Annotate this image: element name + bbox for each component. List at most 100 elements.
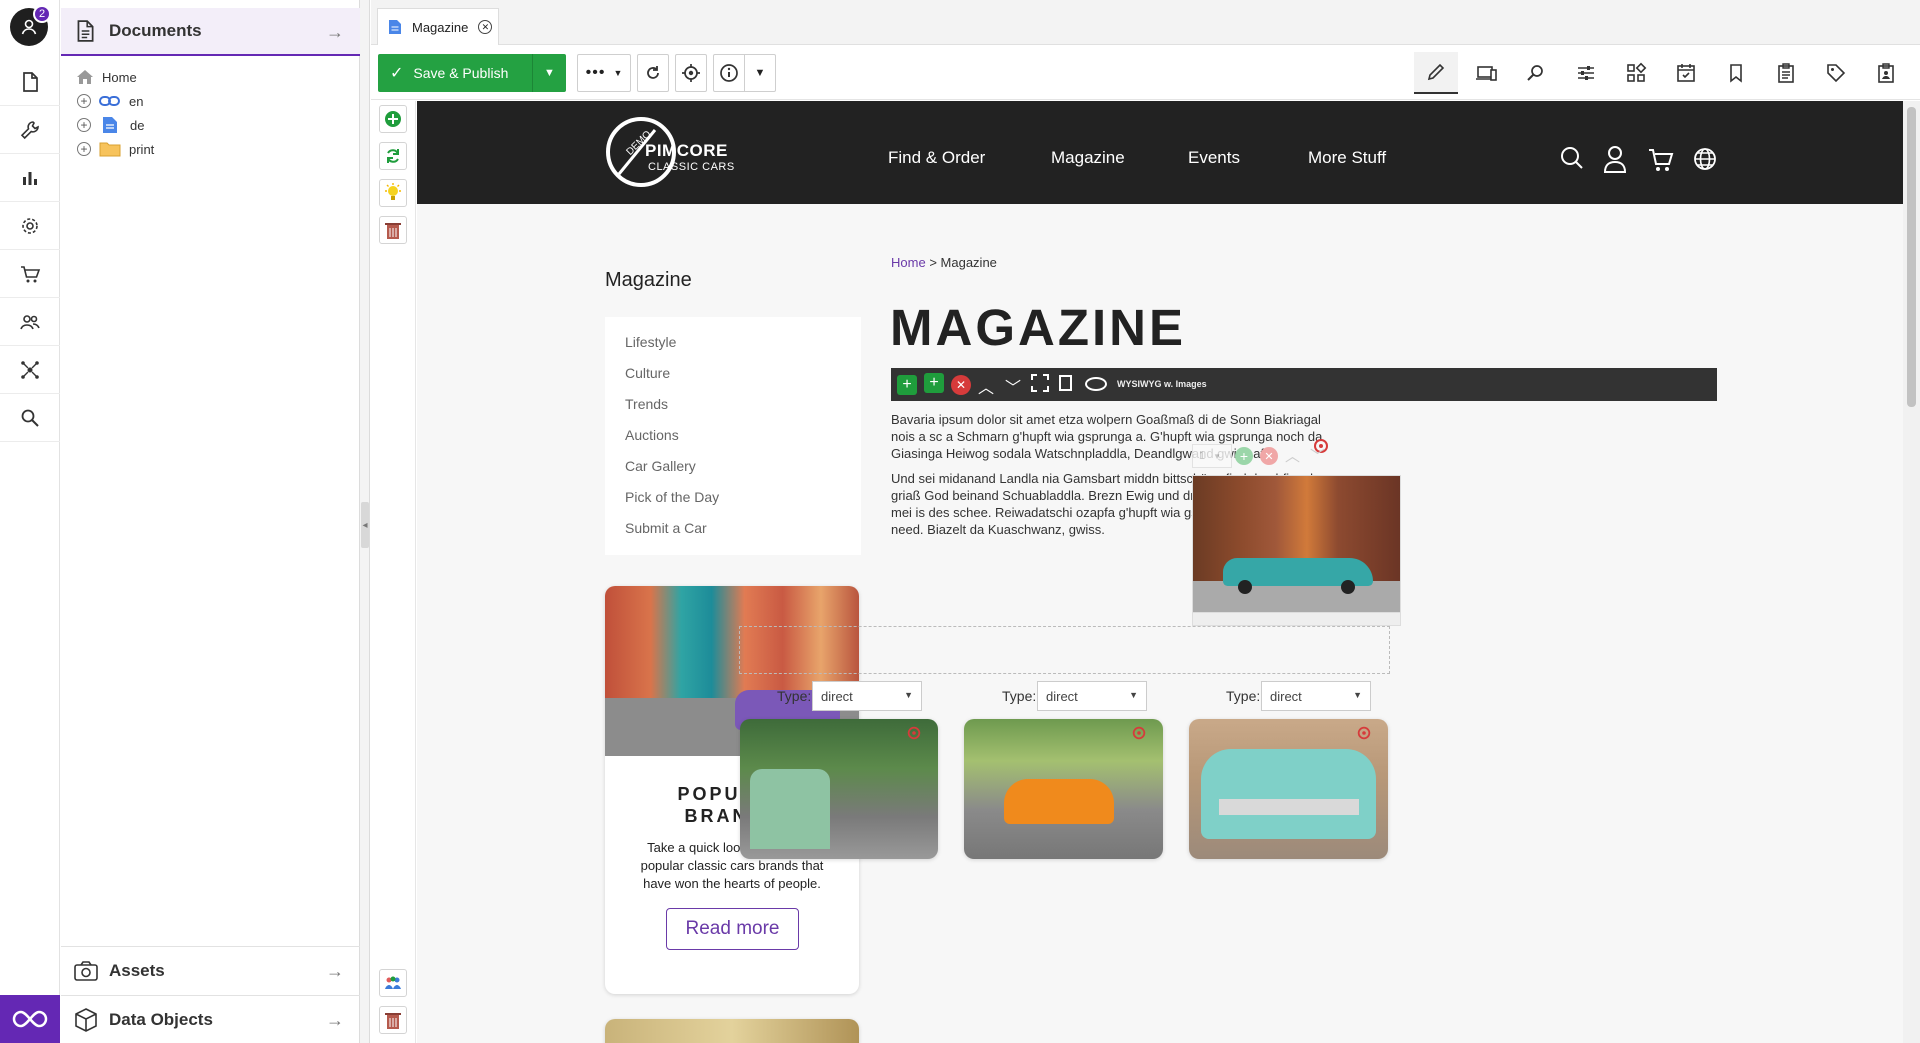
scrollbar-thumb[interactable] xyxy=(1907,107,1916,407)
notification-badge: 2 xyxy=(33,5,51,23)
sidebar-item-auctions[interactable]: Auctions xyxy=(625,427,679,443)
street-car-photo[interactable] xyxy=(1192,475,1401,613)
account-icon[interactable] xyxy=(1603,145,1627,173)
users-icon[interactable] xyxy=(0,298,60,346)
nav-magazine[interactable]: Magazine xyxy=(1051,148,1125,168)
sidebar-menu: Lifestyle Culture Trends Auctions Car Ga… xyxy=(605,317,861,555)
chevrolet-card[interactable] xyxy=(1189,719,1388,859)
cart-icon[interactable] xyxy=(1648,147,1674,173)
nav-more-stuff[interactable]: More Stuff xyxy=(1308,148,1386,168)
highlight-button[interactable] xyxy=(379,179,407,207)
move-up-icon[interactable]: ︿ xyxy=(1285,445,1300,466)
add-image-icon[interactable]: + xyxy=(1235,447,1253,465)
ellipsis-icon: ••• xyxy=(585,64,606,81)
panel-splitter[interactable]: ◂ xyxy=(360,0,370,1043)
delete-button[interactable] xyxy=(379,1006,407,1034)
arrow-right-icon[interactable]: → xyxy=(326,22,344,43)
refresh-button[interactable] xyxy=(379,142,407,170)
documents-panel-header[interactable]: Documents → xyxy=(61,8,360,56)
expand-icon[interactable]: + xyxy=(77,142,91,156)
info-button[interactable] xyxy=(713,54,745,92)
tags-tab[interactable] xyxy=(1814,52,1858,94)
image-count-select[interactable]: 1 ▼ xyxy=(1192,444,1232,468)
expand-icon[interactable]: + xyxy=(77,94,91,108)
breadcrumb-home[interactable]: Home xyxy=(891,255,926,270)
seo-tab[interactable] xyxy=(1514,52,1558,94)
data-objects-panel-header[interactable]: Data Objects → xyxy=(61,995,360,1043)
save-publish-button[interactable]: ✓ Save & Publish xyxy=(378,54,532,92)
edit-mode-tab[interactable] xyxy=(1414,52,1458,94)
ecommerce-icon[interactable] xyxy=(0,250,60,298)
add-area-button[interactable] xyxy=(379,105,407,133)
tree-node-de[interactable]: + de xyxy=(77,114,144,136)
wrench-icon[interactable] xyxy=(0,106,60,154)
search-icon[interactable] xyxy=(0,394,60,442)
sidebar-item-car-gallery[interactable]: Car Gallery xyxy=(625,458,696,474)
fullscreen-icon[interactable] xyxy=(1031,374,1049,392)
personalization-target-icon[interactable] xyxy=(1131,725,1147,741)
personas-button[interactable] xyxy=(379,969,407,997)
sidebar-item-lifestyle[interactable]: Lifestyle xyxy=(625,334,676,350)
lightbulb-icon xyxy=(385,183,401,200)
move-down-icon[interactable]: ﹀ xyxy=(1310,445,1325,466)
assets-panel-header[interactable]: Assets → xyxy=(61,946,360,994)
preview-devices-tab[interactable] xyxy=(1464,52,1508,94)
copy-icon[interactable] xyxy=(1059,375,1072,391)
datahub-icon[interactable] xyxy=(0,346,60,394)
add-block-icon[interactable]: + xyxy=(897,375,917,395)
read-more-button[interactable]: Read more xyxy=(666,908,799,950)
schedule-tab[interactable] xyxy=(1664,52,1708,94)
blocks-tab[interactable] xyxy=(1614,52,1658,94)
arrow-right-icon[interactable]: → xyxy=(326,1010,344,1031)
fiat-card[interactable] xyxy=(964,719,1163,859)
add-block-below-icon[interactable]: + xyxy=(924,373,944,393)
info-dropdown[interactable]: ▼ xyxy=(744,54,776,92)
type-select-1[interactable]: direct ▼ xyxy=(812,681,922,711)
vw-bus-card[interactable] xyxy=(740,719,938,859)
sidebar-item-submit-a-car[interactable]: Submit a Car xyxy=(625,520,707,536)
personalization-target-icon[interactable] xyxy=(1356,725,1372,741)
versions-tab[interactable] xyxy=(1714,52,1758,94)
move-up-icon[interactable]: ︿ xyxy=(978,374,994,398)
settings-tab[interactable] xyxy=(1564,52,1608,94)
assets-title: Assets xyxy=(109,960,165,980)
type-select-3[interactable]: direct ▼ xyxy=(1261,681,1371,711)
target-button[interactable] xyxy=(675,54,707,92)
search-icon[interactable] xyxy=(1559,145,1585,171)
close-icon[interactable]: ✕ xyxy=(478,20,493,34)
tab-magazine[interactable]: Magazine ✕ xyxy=(377,8,499,45)
personalization-target-icon[interactable] xyxy=(906,725,922,741)
expand-icon[interactable]: + xyxy=(77,118,91,132)
nav-events[interactable]: Events xyxy=(1188,148,1240,168)
sidebar-item-culture[interactable]: Culture xyxy=(625,365,670,381)
empty-area-block[interactable] xyxy=(739,626,1390,674)
calendar-icon xyxy=(1677,64,1695,82)
type-select-2[interactable]: direct ▼ xyxy=(1037,681,1147,711)
reload-button[interactable] xyxy=(637,54,669,92)
workflow-tab[interactable] xyxy=(1864,52,1908,94)
globe-icon[interactable] xyxy=(1693,147,1717,171)
settings-icon[interactable] xyxy=(0,202,60,250)
move-down-icon[interactable]: ﹀ xyxy=(1005,374,1021,398)
delete-button[interactable] xyxy=(379,216,407,244)
collapse-handle-icon[interactable]: ◂ xyxy=(361,502,369,548)
remove-image-icon[interactable]: ✕ xyxy=(1260,447,1278,465)
save-options-dropdown[interactable]: ▼ xyxy=(532,54,566,92)
arrow-right-icon[interactable]: → xyxy=(326,961,344,982)
more-actions-button[interactable]: ••• ▼ xyxy=(577,54,631,92)
documents-icon[interactable] xyxy=(0,58,60,106)
tree-node-en[interactable]: + en xyxy=(77,90,143,112)
caret-down-icon: ▼ xyxy=(1129,690,1138,700)
type-select-value: direct xyxy=(821,689,853,704)
analytics-icon[interactable] xyxy=(0,154,60,202)
eye-icon[interactable] xyxy=(1085,377,1107,391)
remove-block-icon[interactable]: ✕ xyxy=(951,375,971,395)
nav-find-order[interactable]: Find & Order xyxy=(888,148,985,168)
sidebar-item-trends[interactable]: Trends xyxy=(625,396,668,412)
notes-tab[interactable] xyxy=(1764,52,1808,94)
tree-node-print[interactable]: + print xyxy=(77,138,154,160)
sidebar-item-pick-of-the-day[interactable]: Pick of the Day xyxy=(625,489,719,505)
preview-scrollbar[interactable] xyxy=(1903,101,1920,1043)
editor-tab-bar: Magazine ✕ xyxy=(371,0,1920,45)
tree-node-home[interactable]: Home xyxy=(76,66,137,88)
